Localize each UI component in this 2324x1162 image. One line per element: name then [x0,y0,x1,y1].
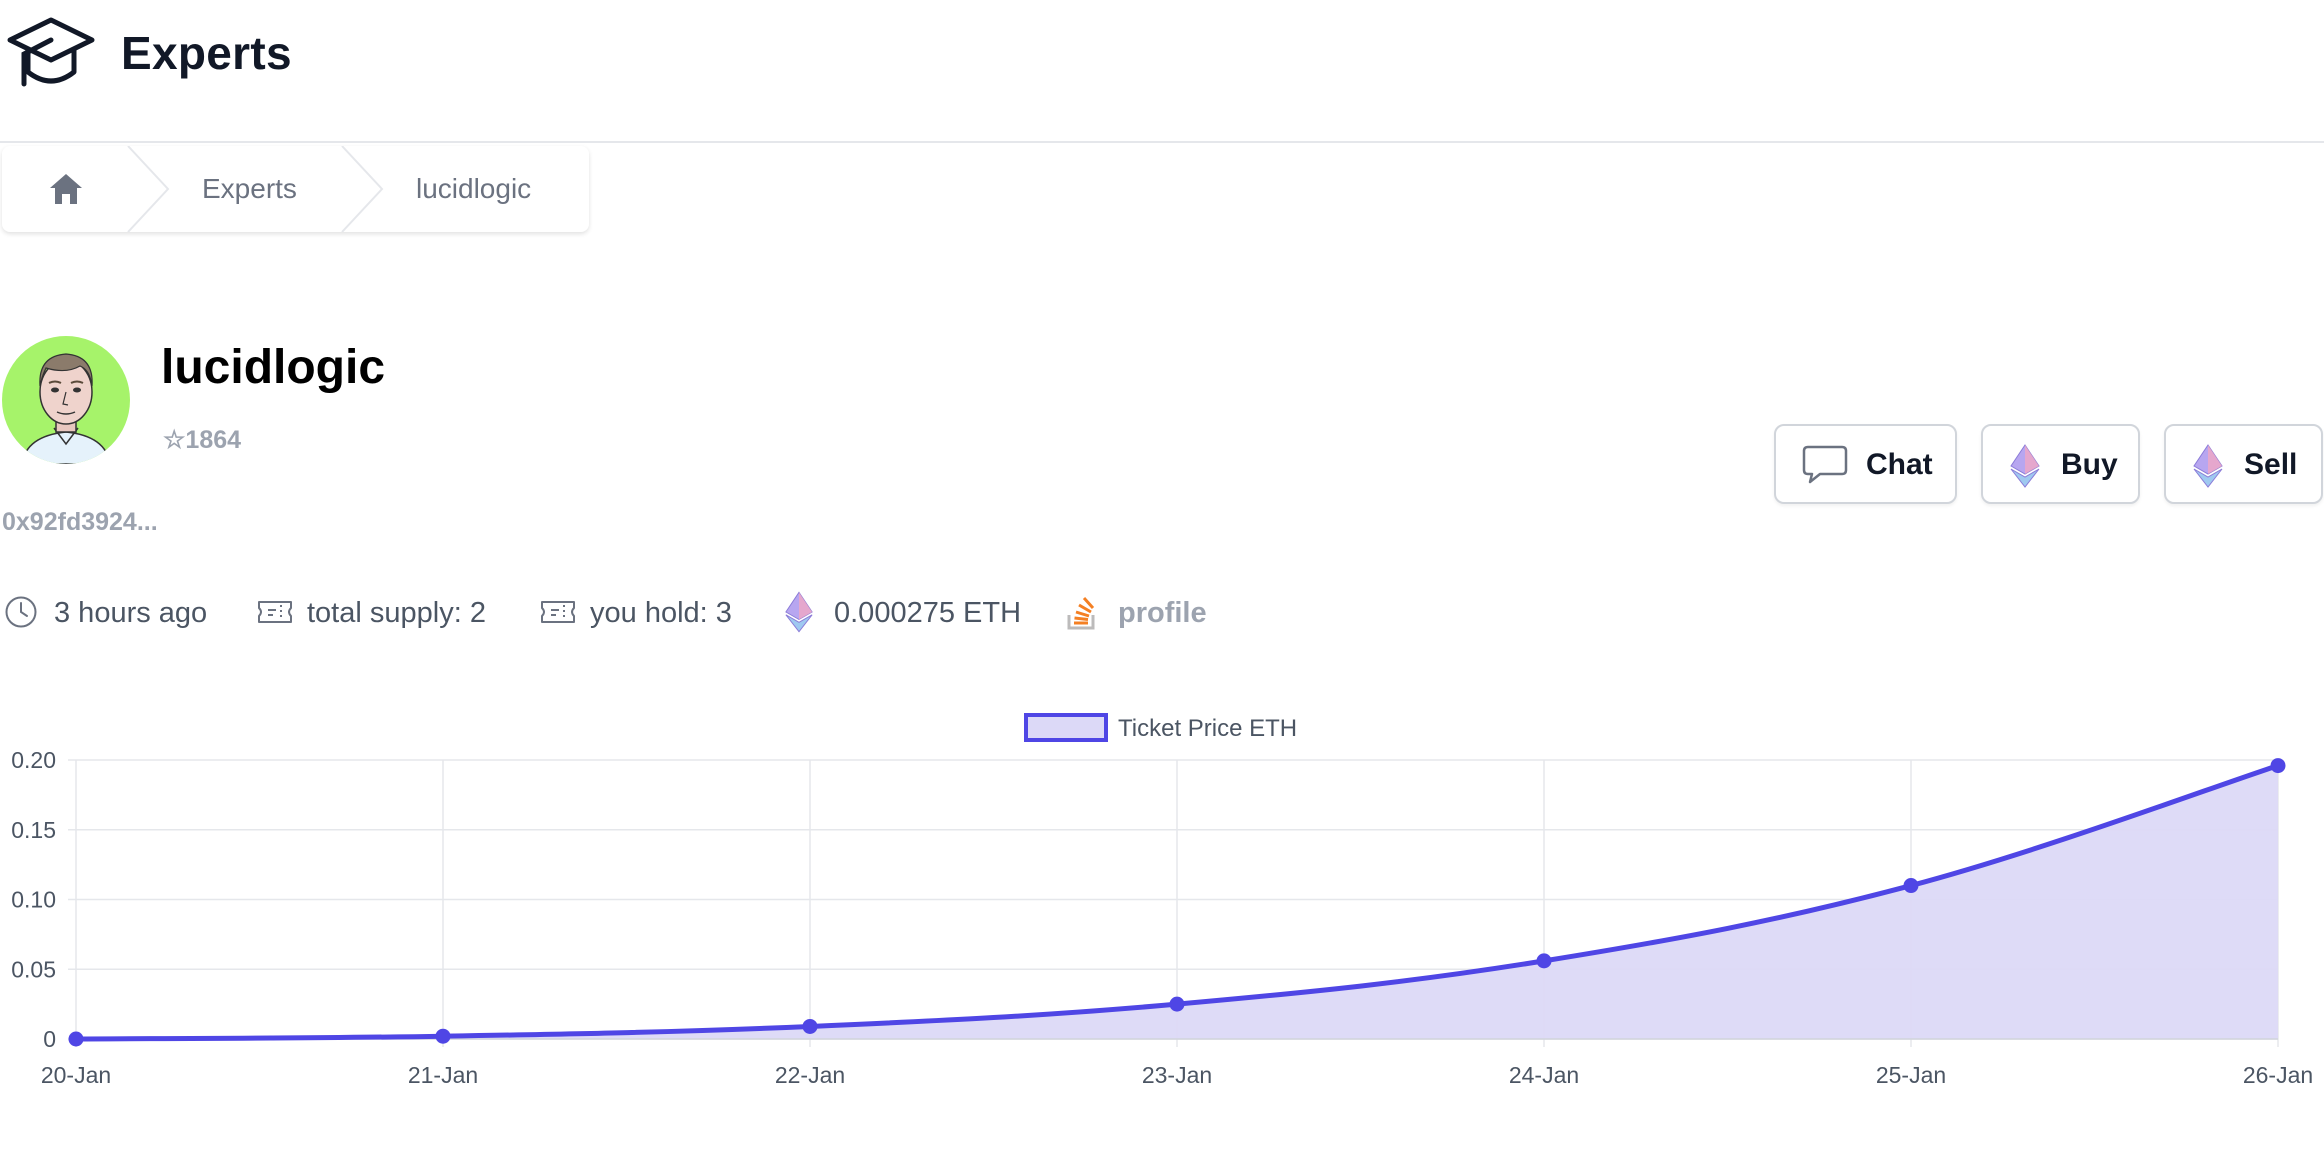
meta-time: 3 hours ago [4,593,224,633]
x-tick-label: 21-Jan [408,1062,478,1088]
app-header: Experts [0,0,2324,143]
meta-price: 0.000275 ETH [784,591,1044,633]
avatar-image [21,353,111,464]
price-chart-svg: 0 0.05 0.10 0.15 0.20 20-Jan 21-Jan 22-Jan 23-Ja… [11,713,2313,1088]
breadcrumb-home[interactable] [2,146,130,232]
breadcrumb-item-user[interactable]: lucidlogic [416,146,531,232]
ethereum-icon [2010,444,2040,488]
data-point [435,1028,451,1044]
chat-bubble-icon [1802,445,1848,484]
ticket-icon [258,601,292,623]
data-point [802,1018,818,1034]
meta-hold: you hold: 3 [540,593,760,633]
data-point [1903,878,1919,894]
meta-hold-text: you hold: 3 [590,597,732,629]
buy-button-label: Buy [2061,448,2118,481]
y-tick-label: 0.15 [11,817,56,843]
breadcrumb-separator [341,146,384,232]
breadcrumb-separator [127,146,170,232]
avatar [2,336,130,464]
x-tick-label: 20-Jan [41,1062,111,1088]
wallet-address[interactable]: 0x92fd3924... [2,508,158,537]
user-name: lucidlogic [161,341,386,394]
y-tick-label: 0 [43,1026,56,1052]
ethereum-icon [2193,444,2223,488]
sell-button[interactable]: Sell [2164,424,2323,504]
stackoverflow-icon [1067,596,1095,630]
price-chart: 0 0.05 0.10 0.15 0.20 20-Jan 21-Jan 22-Jan 23-Ja… [0,700,2324,1162]
graduation-cap-icon[interactable] [6,14,96,94]
x-tick-label: 26-Jan [2243,1062,2313,1088]
x-tick-label: 25-Jan [1876,1062,1946,1088]
y-tick-label: 0.10 [11,887,56,913]
y-tick-label: 0.20 [11,747,56,773]
legend-label: Ticket Price ETH [1118,715,1297,742]
sell-button-label: Sell [2244,448,2298,481]
meta-price-text: 0.000275 ETH [834,597,1022,629]
buy-button[interactable]: Buy [1981,424,2140,504]
meta-supply-text: total supply: 2 [307,597,486,629]
meta-supply: total supply: 2 [257,593,517,633]
breadcrumb-item-experts[interactable]: Experts [202,146,297,232]
app-title: Experts [121,27,292,79]
x-tick-label: 24-Jan [1509,1062,1579,1088]
data-point [2270,758,2286,774]
chat-button-label: Chat [1866,448,1933,481]
ticket-icon [541,601,575,623]
x-tick-label: 23-Jan [1142,1062,1212,1088]
profile-link[interactable]: profile [1066,593,1226,633]
x-tick-label: 22-Jan [775,1062,845,1088]
y-tick-label: 0.05 [11,956,56,982]
data-point [68,1031,84,1047]
data-point [1536,953,1552,969]
meta-time-text: 3 hours ago [54,597,208,629]
breadcrumb: Experts lucidlogic [2,146,589,232]
chat-button[interactable]: Chat [1774,424,1957,504]
profile-link-text: profile [1118,597,1207,629]
user-stars: ☆1864 [163,426,242,454]
legend-swatch [1024,713,1108,742]
clock-icon [5,596,37,628]
home-icon [50,174,82,204]
ethereum-icon [785,591,813,633]
data-point [1169,996,1185,1012]
